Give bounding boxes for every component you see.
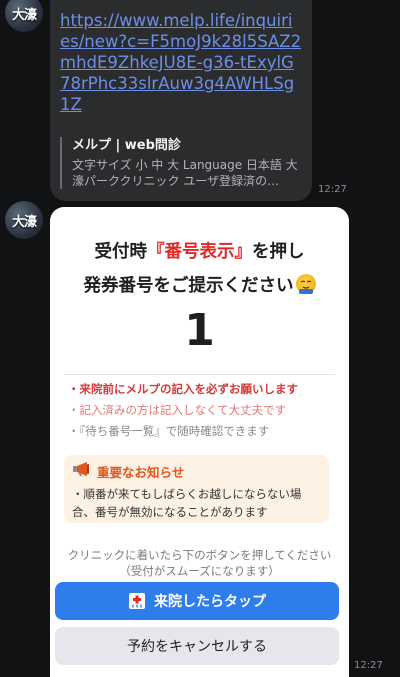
sender-avatar-2[interactable]: 大濠 — [5, 201, 43, 239]
avatar-label: 大濠 — [11, 7, 37, 23]
link-message-bubble: https://www.melp.life/inquiries/new?c=F5… — [50, 0, 312, 201]
notice-title: 重要なお知らせ — [97, 464, 185, 480]
megaphone-icon — [72, 461, 92, 481]
cancel-reservation-button[interactable]: 予約をキャンセルする — [55, 627, 339, 665]
sender-avatar[interactable]: 大濠 — [5, 0, 43, 32]
cancel-button-label: 予約をキャンセルする — [127, 639, 267, 655]
preview-title: メルプ | web問診 — [72, 138, 181, 153]
arrival-hint: クリニックに着いたら下のボタンを押してください （受付がスムーズになります） — [50, 547, 349, 579]
title-line2-text: 発券番号をご提示ください — [83, 276, 294, 296]
divider — [64, 374, 335, 375]
card-timestamp: 12:27 — [354, 660, 383, 671]
note-fill-form: ・来院前にメルプの記入を必ずお願いします — [68, 382, 298, 396]
card-title-line1: 受付時『番号表示』を押し — [50, 238, 349, 263]
inquiry-link[interactable]: https://www.melp.life/inquiries/new?c=F5… — [60, 10, 302, 115]
chat-screen: 大濠 https://www.melp.life/inquiries/new?c… — [0, 0, 400, 677]
important-notice: 重要なお知らせ ・順番が来てもしばらくお越しにならない場合、番号が無効になること… — [64, 455, 329, 523]
note-waiting-list: ・『待ち番号一覧』で随時確認できます — [68, 424, 270, 438]
title-prefix: 受付時 — [94, 242, 148, 262]
hint-line2: （受付がスムーズになります） — [119, 564, 280, 578]
hospital-icon — [128, 592, 146, 610]
title-highlight: 『番号表示』 — [147, 242, 252, 262]
notice-body: ・順番が来てもしばらくお越しにならない場合、番号が無効になることがあります — [72, 487, 302, 519]
preview-description: 文字サイズ 小 中 大 Language 日本語 大濠パーククリニック ユーザ登… — [72, 158, 298, 188]
card-title-line2: 発券番号をご提示ください — [50, 272, 349, 297]
link-preview[interactable]: メルプ | web問診 文字サイズ 小 中 大 Language 日本語 大濠パ… — [60, 137, 302, 189]
bowing-face-emoji-icon — [295, 274, 316, 294]
reception-card: 受付時『番号表示』を押し 発券番号をご提示ください 1 ・来院前にメルプの記入を… — [50, 207, 349, 677]
hint-line1: クリニックに着いたら下のボタンを押してください — [67, 548, 332, 562]
arrive-button-label: 来院したらタップ — [154, 594, 266, 610]
notice-header: 重要なお知らせ — [72, 461, 321, 481]
message-timestamp: 12:27 — [318, 184, 347, 195]
avatar-label-2: 大濠 — [11, 214, 37, 230]
note-already-filled: ・記入済みの方は記入しなくて大丈夫です — [68, 403, 287, 417]
ticket-number: 1 — [184, 305, 215, 356]
title-suffix: を押し — [252, 242, 305, 262]
arrive-button[interactable]: 来院したらタップ — [55, 582, 339, 620]
